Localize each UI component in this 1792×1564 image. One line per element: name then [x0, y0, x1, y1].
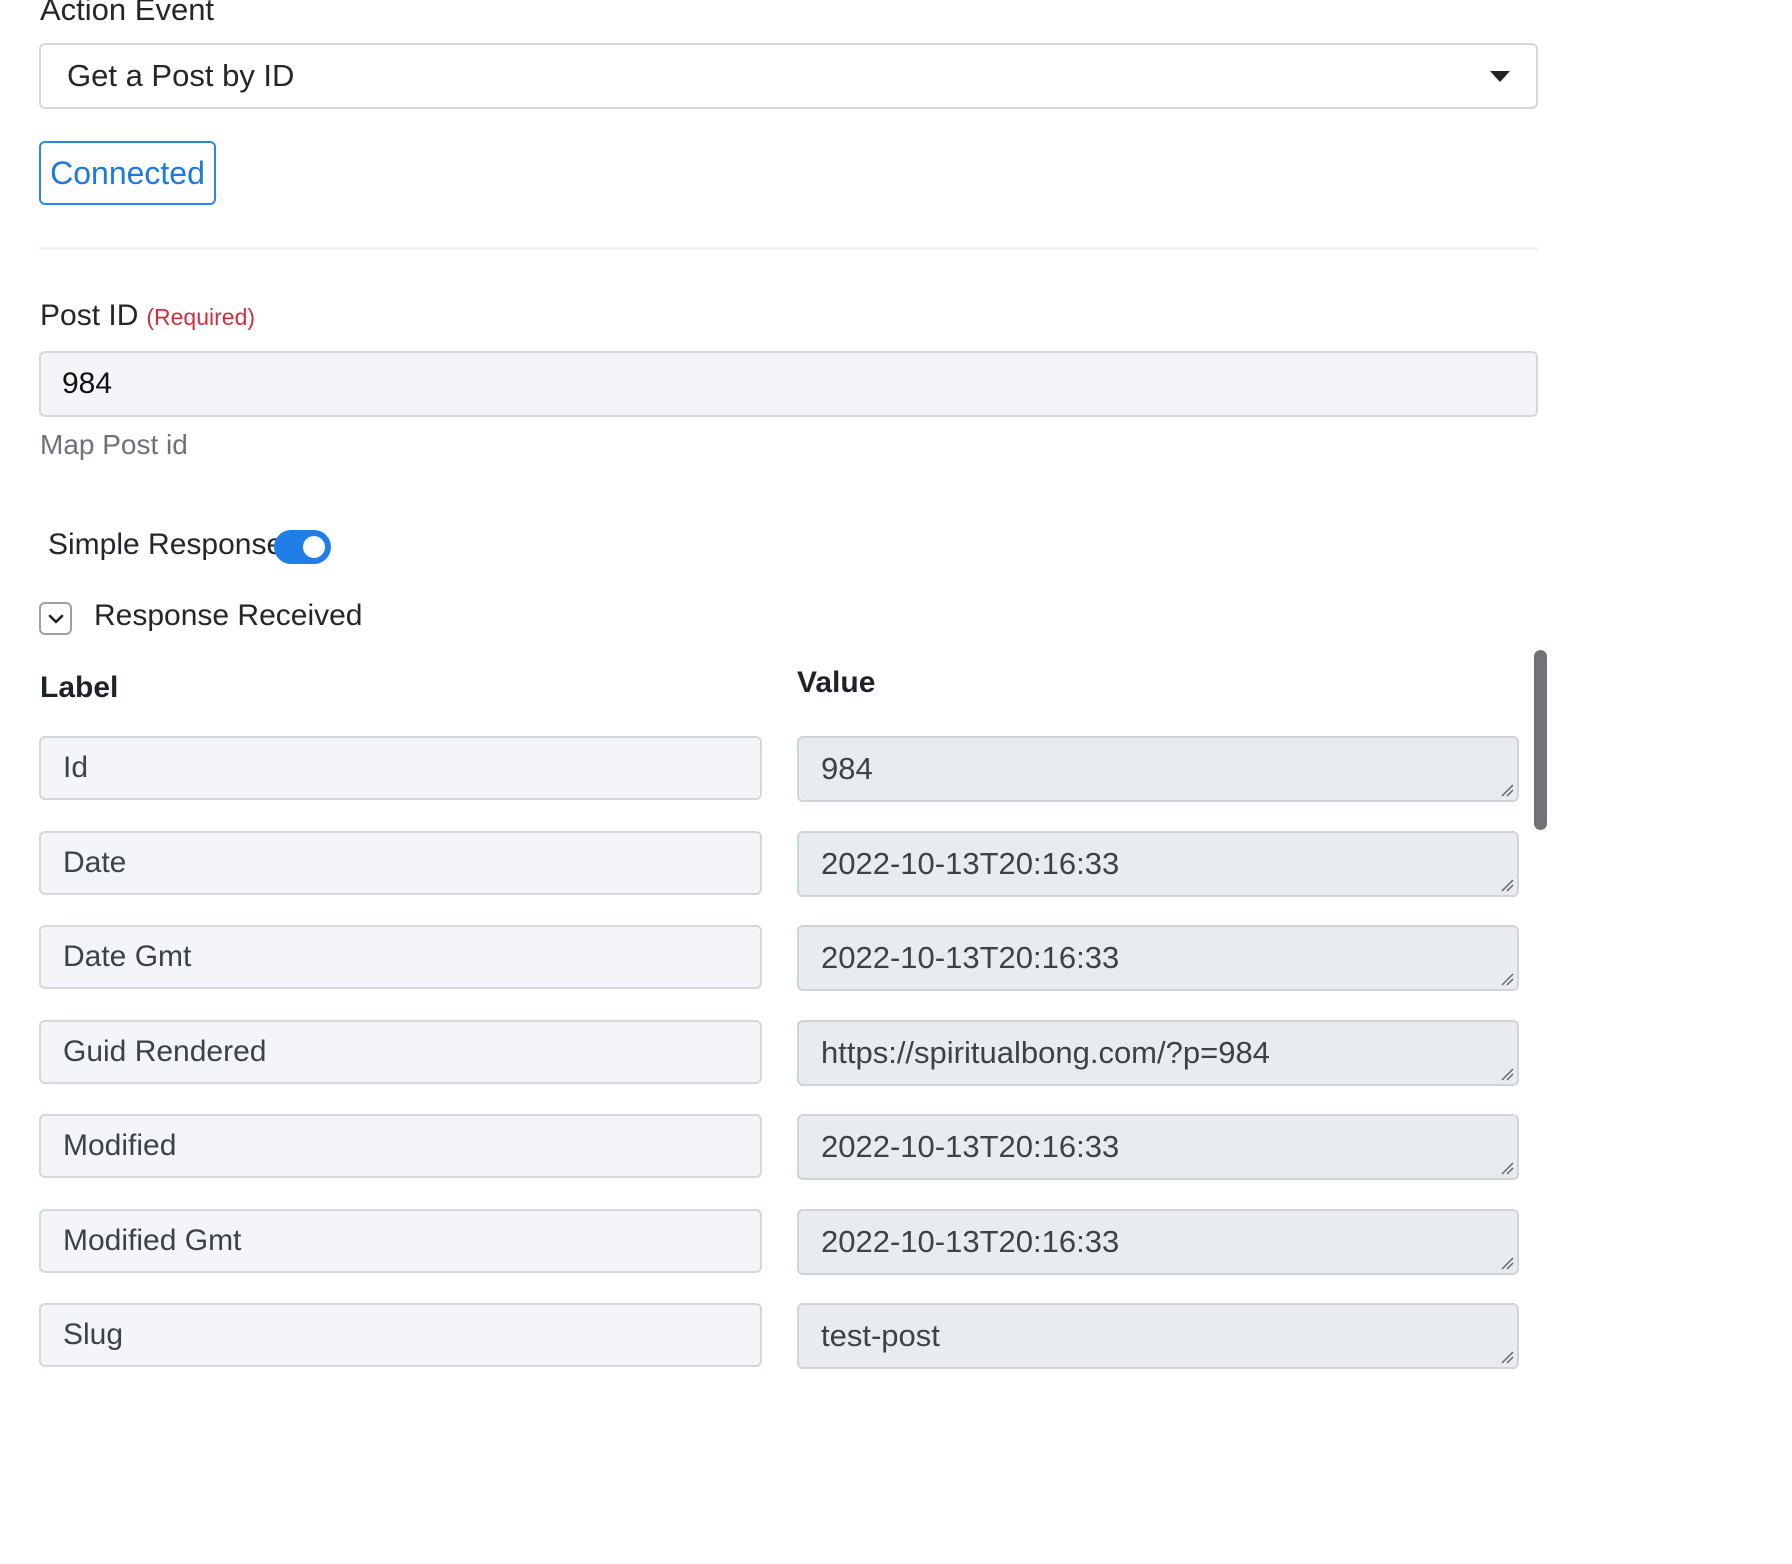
resize-grip-icon[interactable]	[1500, 1161, 1514, 1175]
response-row-value[interactable]: 2022-10-13T20:16:33	[797, 925, 1519, 991]
response-row-value-text: 2022-10-13T20:16:33	[821, 940, 1120, 975]
post-id-help-text: Map Post id	[40, 429, 188, 460]
response-row-label[interactable]: Date	[39, 831, 762, 895]
post-id-input[interactable]: 984	[39, 351, 1538, 417]
response-row-label[interactable]: Modified Gmt	[39, 1209, 762, 1273]
chevron-down-icon	[48, 614, 63, 623]
value-column-header: Value	[797, 666, 876, 699]
post-id-label-text: Post ID	[40, 299, 139, 332]
section-divider	[39, 247, 1538, 250]
simple-response-toggle[interactable]	[274, 530, 331, 564]
resize-grip-icon[interactable]	[1500, 878, 1514, 892]
response-row-value[interactable]: 2022-10-13T20:16:33	[797, 831, 1519, 897]
response-row-value-text: 984	[821, 751, 873, 786]
response-expand-toggle[interactable]	[39, 602, 72, 635]
action-event-label: Action Event	[40, 0, 215, 27]
response-row-value-text: 2022-10-13T20:16:33	[821, 1129, 1120, 1164]
action-event-select[interactable]: Get a Post by ID	[39, 43, 1538, 109]
required-indicator: (Required)	[146, 304, 256, 330]
toggle-knob	[303, 536, 325, 558]
post-id-input-value: 984	[62, 367, 113, 400]
resize-grip-icon[interactable]	[1500, 1256, 1514, 1270]
response-row-label[interactable]: Guid Rendered	[39, 1020, 762, 1084]
scrollbar-thumb[interactable]	[1534, 650, 1547, 830]
response-row-value-text: 2022-10-13T20:16:33	[821, 1224, 1120, 1259]
resize-grip-icon[interactable]	[1500, 783, 1514, 797]
resize-grip-icon[interactable]	[1500, 1067, 1514, 1081]
response-row-label[interactable]: Date Gmt	[39, 925, 762, 989]
simple-response-label: Simple Response	[48, 528, 284, 561]
label-column-header: Label	[40, 671, 119, 704]
response-row-value-text: https://spiritualbong.com/?p=984	[821, 1035, 1270, 1070]
response-row-label[interactable]: Slug	[39, 1303, 762, 1367]
integration-action-form: Action Event Get a Post by ID Connected …	[0, 0, 1792, 1564]
connected-button[interactable]: Connected	[39, 141, 216, 205]
resize-grip-icon[interactable]	[1500, 1350, 1514, 1364]
response-row-value-text: test-post	[821, 1318, 940, 1353]
caret-down-icon	[1490, 71, 1510, 82]
response-row-value-text: 2022-10-13T20:16:33	[821, 846, 1120, 881]
response-row-label[interactable]: Id	[39, 736, 762, 800]
resize-grip-icon[interactable]	[1500, 972, 1514, 986]
response-row-value[interactable]: https://spiritualbong.com/?p=984	[797, 1020, 1519, 1086]
post-id-label: Post ID (Required)	[40, 299, 255, 333]
response-row-label[interactable]: Modified	[39, 1114, 762, 1178]
response-row-value[interactable]: 984	[797, 736, 1519, 802]
response-row-value[interactable]: test-post	[797, 1303, 1519, 1369]
response-received-label: Response Received	[94, 599, 363, 632]
action-event-selected-value: Get a Post by ID	[67, 58, 295, 93]
response-row-value[interactable]: 2022-10-13T20:16:33	[797, 1114, 1519, 1180]
response-row-value[interactable]: 2022-10-13T20:16:33	[797, 1209, 1519, 1275]
